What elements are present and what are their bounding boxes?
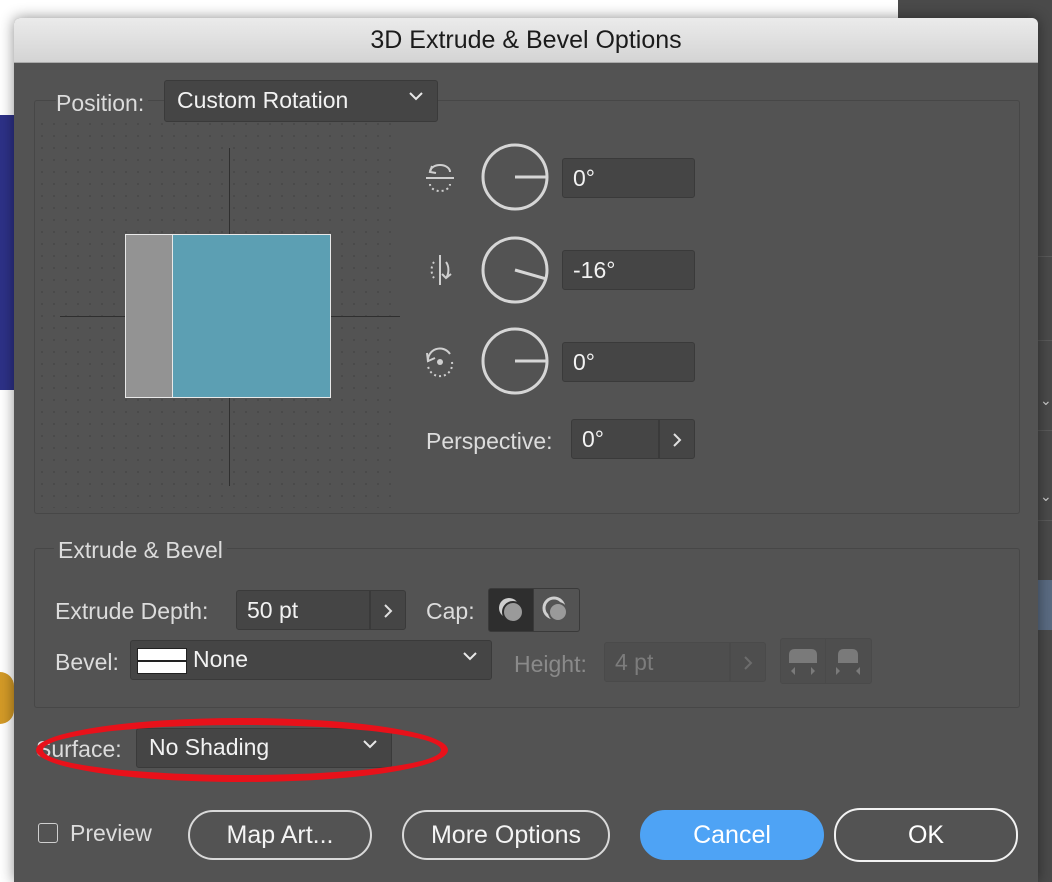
height-slider-button bbox=[730, 642, 766, 682]
perspective-input[interactable]: 0° bbox=[571, 419, 659, 459]
position-dropdown-value: Custom Rotation bbox=[177, 87, 349, 113]
surface-dropdown[interactable]: No Shading bbox=[136, 728, 392, 768]
bevel-value: None bbox=[193, 646, 248, 672]
preview-label[interactable]: Preview bbox=[70, 820, 152, 847]
cube-side-face[interactable] bbox=[125, 234, 173, 398]
extrude-depth-input[interactable]: 50 pt bbox=[236, 590, 370, 630]
position-label: Position: bbox=[56, 90, 149, 117]
height-value: 4 pt bbox=[615, 649, 654, 675]
cap-label: Cap: bbox=[426, 598, 475, 624]
x-rotation-input[interactable]: 0° bbox=[562, 158, 695, 198]
bevel-out-button bbox=[780, 638, 826, 684]
bevel-in-icon bbox=[836, 649, 860, 675]
z-rotation-dial[interactable] bbox=[480, 326, 550, 396]
height-label: Height: bbox=[514, 651, 587, 677]
extrude-depth-slider-button[interactable] bbox=[370, 590, 406, 630]
height-input: 4 pt bbox=[604, 642, 730, 682]
chevron-down-icon bbox=[463, 652, 477, 661]
bevel-out-icon bbox=[789, 649, 817, 675]
position-dropdown[interactable]: Custom Rotation bbox=[164, 80, 438, 122]
perspective-value: 0° bbox=[582, 426, 604, 452]
rotate-y-icon bbox=[430, 255, 452, 285]
more-options-button[interactable]: More Options bbox=[402, 810, 610, 860]
chevron-down-icon bbox=[409, 92, 423, 101]
x-rotation-dial[interactable] bbox=[480, 142, 550, 212]
map-art-button[interactable]: Map Art... bbox=[188, 810, 372, 860]
y-rotation-input[interactable]: -16° bbox=[562, 250, 695, 290]
extrude-depth-label: Extrude Depth: bbox=[55, 598, 209, 624]
perspective-slider-button[interactable] bbox=[659, 419, 695, 459]
cube-front-face[interactable] bbox=[172, 234, 331, 398]
extrude-bevel-dialog: 3D Extrude & Bevel Options Position: Cus… bbox=[14, 18, 1038, 882]
background-canvas-strip bbox=[0, 115, 14, 390]
chevron-right-icon bbox=[384, 604, 393, 618]
bevel-in-button bbox=[826, 638, 872, 684]
cancel-button[interactable]: Cancel bbox=[640, 810, 824, 860]
perspective-label: Perspective: bbox=[426, 428, 553, 454]
surface-value: No Shading bbox=[149, 734, 270, 760]
bevel-dropdown[interactable]: None bbox=[130, 640, 492, 680]
chevron-down-icon bbox=[363, 740, 377, 749]
chevron-right-icon bbox=[673, 433, 682, 447]
rotate-x-icon bbox=[426, 164, 454, 192]
title-bar[interactable]: 3D Extrude & Bevel Options bbox=[14, 18, 1038, 63]
cap-on-button[interactable] bbox=[488, 588, 534, 632]
cap-on-icon bbox=[499, 598, 524, 623]
ok-button[interactable]: OK bbox=[834, 808, 1018, 862]
background-artwork bbox=[0, 672, 14, 724]
rotate-z-icon bbox=[426, 347, 454, 378]
y-rotation-dial[interactable] bbox=[480, 235, 550, 305]
bevel-label: Bevel: bbox=[55, 649, 119, 675]
extrude-depth-value: 50 pt bbox=[247, 597, 299, 623]
z-rotation-input[interactable]: 0° bbox=[562, 342, 695, 382]
z-rotation-value: 0° bbox=[573, 349, 595, 375]
surface-label: Surface: bbox=[36, 736, 122, 762]
chevron-right-icon bbox=[744, 656, 753, 670]
y-rotation-value: -16° bbox=[573, 257, 616, 283]
cap-off-button[interactable] bbox=[534, 588, 580, 632]
x-rotation-value: 0° bbox=[573, 165, 595, 191]
bevel-preview-swatch bbox=[137, 648, 187, 674]
preview-checkbox[interactable] bbox=[38, 823, 58, 843]
dialog-title: 3D Extrude & Bevel Options bbox=[370, 26, 682, 54]
cap-off-icon bbox=[542, 596, 568, 622]
extrude-bevel-section-label: Extrude & Bevel bbox=[54, 537, 227, 564]
